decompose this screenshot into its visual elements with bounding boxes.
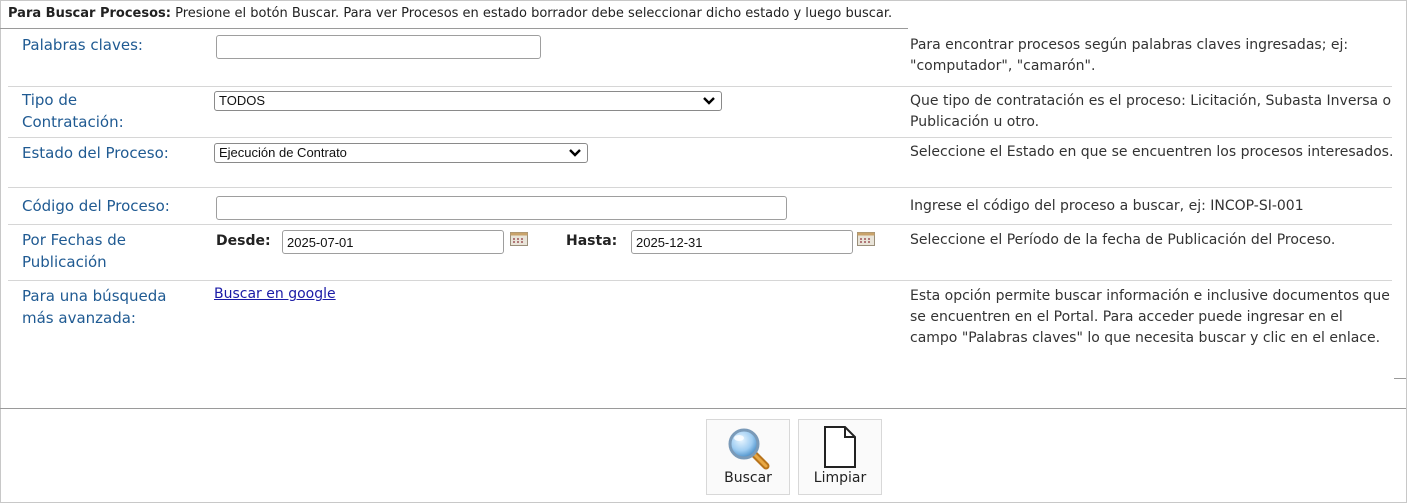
from-date-input[interactable]: [282, 230, 504, 254]
calendar-icon[interactable]: [857, 232, 875, 246]
code-row: Código del Proceso: Ingrese el código de…: [8, 188, 1392, 225]
keywords-row: Palabras claves: Para encontrar procesos…: [8, 30, 1392, 87]
clear-button-label: Limpiar: [813, 470, 867, 486]
google-search-link[interactable]: Buscar en google: [214, 286, 336, 302]
contract-type-select[interactable]: TODOS: [214, 91, 722, 111]
blank-document-icon: [824, 426, 856, 468]
contract-type-help: Que tipo de contratación es el proceso: …: [910, 93, 1392, 130]
divider: [0, 408, 1406, 409]
magnifier-icon: [728, 428, 770, 470]
search-button-label: Buscar: [724, 470, 772, 486]
dates-help: Seleccione el Período de la fecha de Pub…: [910, 232, 1336, 248]
chevron-down-icon: [569, 149, 581, 157]
status-help: Seleccione el Estado en que se encuentre…: [910, 144, 1394, 160]
calendar-icon[interactable]: [510, 232, 528, 246]
instructions: Para Buscar Procesos: Presione el botón …: [8, 6, 892, 21]
advanced-row: Para una búsqueda más avanzada: Buscar e…: [8, 281, 1392, 407]
divider: [0, 28, 908, 29]
dates-label: Por Fechas de Publicación: [22, 231, 126, 271]
instructions-text: Presione el botón Buscar. Para ver Proce…: [170, 6, 893, 21]
contract-type-row: Tipo de Contratación: TODOS Que tipo de …: [8, 87, 1392, 138]
from-label: Desde:: [216, 233, 271, 249]
contract-type-selected: TODOS: [219, 93, 265, 108]
keywords-input[interactable]: [216, 35, 541, 59]
divider: [1394, 378, 1406, 379]
status-select[interactable]: Ejecución de Contrato: [214, 143, 588, 163]
contract-type-label: Tipo de Contratación:: [22, 91, 124, 131]
status-selected: Ejecución de Contrato: [219, 145, 347, 160]
status-row: Estado del Proceso: Ejecución de Contrat…: [8, 138, 1394, 188]
status-label: Estado del Proceso:: [22, 144, 169, 162]
chevron-down-icon: [703, 97, 715, 105]
instructions-title: Para Buscar Procesos:: [8, 6, 171, 21]
search-button[interactable]: Buscar: [706, 419, 790, 495]
to-label: Hasta:: [566, 233, 618, 249]
code-label: Código del Proceso:: [22, 197, 170, 215]
clear-button[interactable]: Limpiar: [798, 419, 882, 495]
advanced-label: Para una búsqueda más avanzada:: [22, 287, 167, 327]
keywords-help: Para encontrar procesos según palabras c…: [910, 37, 1349, 74]
keywords-label: Palabras claves:: [22, 36, 143, 54]
code-input[interactable]: [216, 196, 787, 220]
dates-row: Por Fechas de Publicación Desde: Hasta: …: [8, 225, 1392, 281]
to-date-input[interactable]: [631, 230, 853, 254]
advanced-help: Esta opción permite buscar información e…: [910, 288, 1390, 346]
code-help: Ingrese el código del proceso a buscar, …: [910, 198, 1304, 214]
